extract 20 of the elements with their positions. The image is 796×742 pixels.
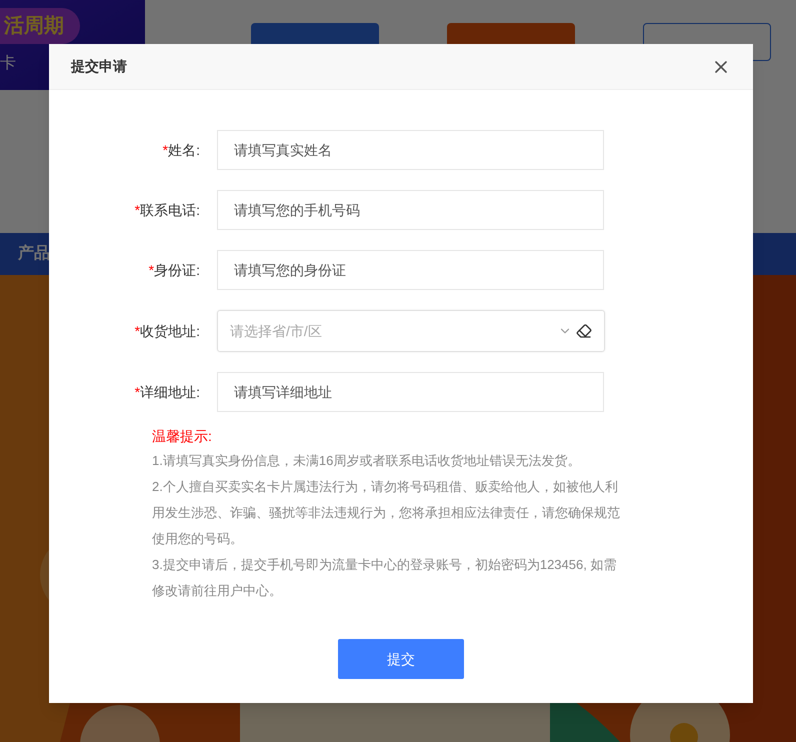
- text-field[interactable]: 请填写详细地址: [217, 372, 604, 412]
- notice-title: 温馨提示:: [152, 427, 213, 446]
- address-select[interactable]: 请选择省/市/区: [217, 310, 605, 352]
- field-label: *收货地址:: [134, 322, 200, 338]
- field-label: *身份证:: [148, 262, 200, 278]
- text-field[interactable]: 请填写您的手机号码: [217, 190, 604, 230]
- text-field[interactable]: 请填写您的身份证: [217, 250, 604, 290]
- notice-text: 1.请填写真实身份信息，未满16周岁或者联系电话收货地址错误无法发货。: [152, 452, 582, 470]
- field-label: *详细地址:: [134, 384, 200, 400]
- notice-text: 3.提交申请后，提交手机号即为流量卡中心的登录账号，初始密码为123456, 如需修改请前往用户中心。: [152, 556, 618, 600]
- text-field[interactable]: 请填写真实姓名: [217, 130, 604, 170]
- promo-caption: 卡: [0, 54, 16, 74]
- field-label: *联系电话:: [134, 202, 200, 218]
- notice-text: 2.个人擅自买卖实名卡片属违法行为，请勿将号码租借、贩卖给他人，如被他人利用发生涉恐、诈骗、骚扰等非法违规行为，您将承担相应法律责任，请您确保规范使用您的号码。: [152, 478, 620, 548]
- submit-button[interactable]: 提交: [338, 639, 464, 679]
- promo-badge: 活周期: [0, 8, 80, 44]
- dialog-title: 提交申请: [71, 57, 128, 76]
- field-label: *姓名:: [162, 142, 200, 158]
- nav-item[interactable]: 产品: [18, 242, 50, 266]
- eraser-icon[interactable]: [576, 323, 592, 339]
